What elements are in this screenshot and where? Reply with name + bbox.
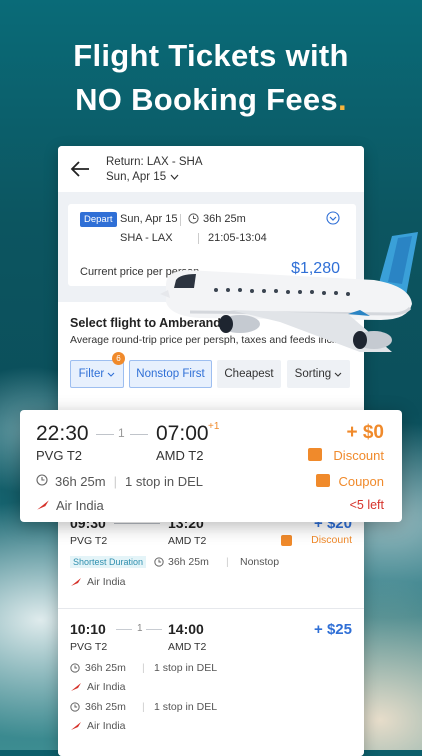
- stop-info: 1 stop in DEL: [154, 701, 218, 713]
- divider: |: [142, 701, 145, 713]
- discount-label: Discount: [333, 448, 384, 463]
- seats-left: <5 left: [349, 498, 384, 512]
- divider: |: [226, 556, 229, 568]
- clock-icon: [36, 474, 48, 486]
- next-day-indicator: +1: [208, 421, 220, 432]
- route-line: [114, 523, 160, 524]
- duration: 36h 25m: [168, 556, 209, 568]
- headline-line-2: NO Booking Fees.: [0, 78, 422, 122]
- price-difference: + $0: [346, 422, 384, 443]
- duration: 36h 25m: [85, 701, 126, 713]
- stop-info: 1 stop in DEL: [124, 474, 204, 489]
- arrival-airport: AMD T2: [156, 448, 204, 463]
- departure-airport: PVG T2: [36, 448, 83, 463]
- stop-count: 1: [137, 623, 143, 634]
- airline-name: Air India: [56, 498, 104, 513]
- airplane-illustration: [160, 232, 418, 352]
- route-date-selector[interactable]: Sun, Apr 15: [106, 171, 179, 183]
- airline-name: Air India: [87, 720, 126, 732]
- route-line: [130, 434, 148, 435]
- departure-airport: PVG T2: [70, 535, 108, 547]
- air-india-logo-icon: [71, 683, 81, 691]
- duration: 36h 25m | 1 stop in DEL: [55, 474, 204, 489]
- cheapest-button[interactable]: Cheapest: [217, 360, 281, 388]
- clock-icon: [70, 663, 80, 673]
- divider: [180, 214, 181, 226]
- headline-line-2-text: NO Booking Fees: [75, 82, 338, 117]
- air-india-logo-icon: [71, 578, 81, 586]
- arrival-time: 14:00: [168, 621, 204, 637]
- back-arrow-icon[interactable]: [70, 160, 90, 178]
- headline-line-1: Flight Tickets with: [73, 38, 349, 73]
- route-line: [116, 629, 132, 630]
- flight-row[interactable]: 10:10 1 14:00 PVG T2 AMD T2 + $25 36h 25…: [58, 608, 364, 756]
- departure-time: 22:30: [36, 422, 89, 445]
- chevron-down-icon: [107, 372, 115, 377]
- arrival-time: 07:00: [156, 422, 209, 445]
- sorting-button[interactable]: Sorting: [287, 360, 350, 388]
- depart-badge: Depart: [80, 212, 117, 227]
- filter-count-badge: 6: [112, 352, 125, 365]
- headline: Flight Tickets with NO Booking Fees.: [0, 34, 422, 122]
- airline-name: Air India: [87, 681, 126, 693]
- filter-label: Filter: [78, 368, 105, 380]
- duration-value: 36h 25m: [55, 474, 106, 489]
- air-india-logo-icon: [37, 500, 49, 510]
- expand-chevron-icon[interactable]: [326, 211, 340, 225]
- discount-tag-icon: [308, 448, 322, 461]
- coupon-car-icon: [316, 474, 330, 487]
- depart-date: Sun, Apr 15: [120, 213, 178, 225]
- route-date: Sun, Apr 15: [106, 171, 167, 183]
- arrival-airport: AMD T2: [168, 641, 207, 653]
- duration: 36h 25m: [85, 662, 126, 674]
- departure-time: 10:10: [70, 621, 106, 637]
- stop-info: Nonstop: [240, 556, 280, 568]
- sorting-label: Sorting: [294, 368, 332, 380]
- chevron-down-icon: [170, 174, 179, 180]
- shortest-duration-tag: Shortest Duration: [70, 556, 147, 568]
- route-line: [96, 434, 114, 435]
- nonstop-first-button[interactable]: Nonstop First: [129, 360, 212, 388]
- route-title: Return: LAX - SHA: [106, 156, 203, 168]
- clock-icon: [154, 557, 164, 567]
- airline-name: Air India: [87, 576, 126, 588]
- discount-tag-icon: [281, 535, 292, 546]
- coupon-label: Coupon: [338, 474, 384, 489]
- stop-info: 1 stop in DEL: [154, 662, 218, 674]
- chevron-down-icon: [334, 372, 342, 377]
- depart-duration: 36h 25m: [203, 213, 246, 225]
- air-india-logo-icon: [71, 722, 81, 730]
- arrival-airport: AMD T2: [168, 535, 207, 547]
- discount-label: Discount: [311, 534, 352, 546]
- stop-count: 1: [118, 426, 125, 440]
- clock-icon: [188, 213, 199, 224]
- price-difference: + $25: [314, 621, 352, 638]
- clock-icon: [70, 702, 80, 712]
- highlighted-flight-card[interactable]: 22:30 1 07:00 +1 PVG T2 AMD T2 + $0 Disc…: [20, 410, 402, 522]
- headline-dot: .: [337, 82, 347, 117]
- top-bar: Return: LAX - SHA Sun, Apr 15: [58, 146, 364, 192]
- route-line: [146, 629, 162, 630]
- departure-airport: PVG T2: [70, 641, 108, 653]
- divider: |: [142, 662, 145, 674]
